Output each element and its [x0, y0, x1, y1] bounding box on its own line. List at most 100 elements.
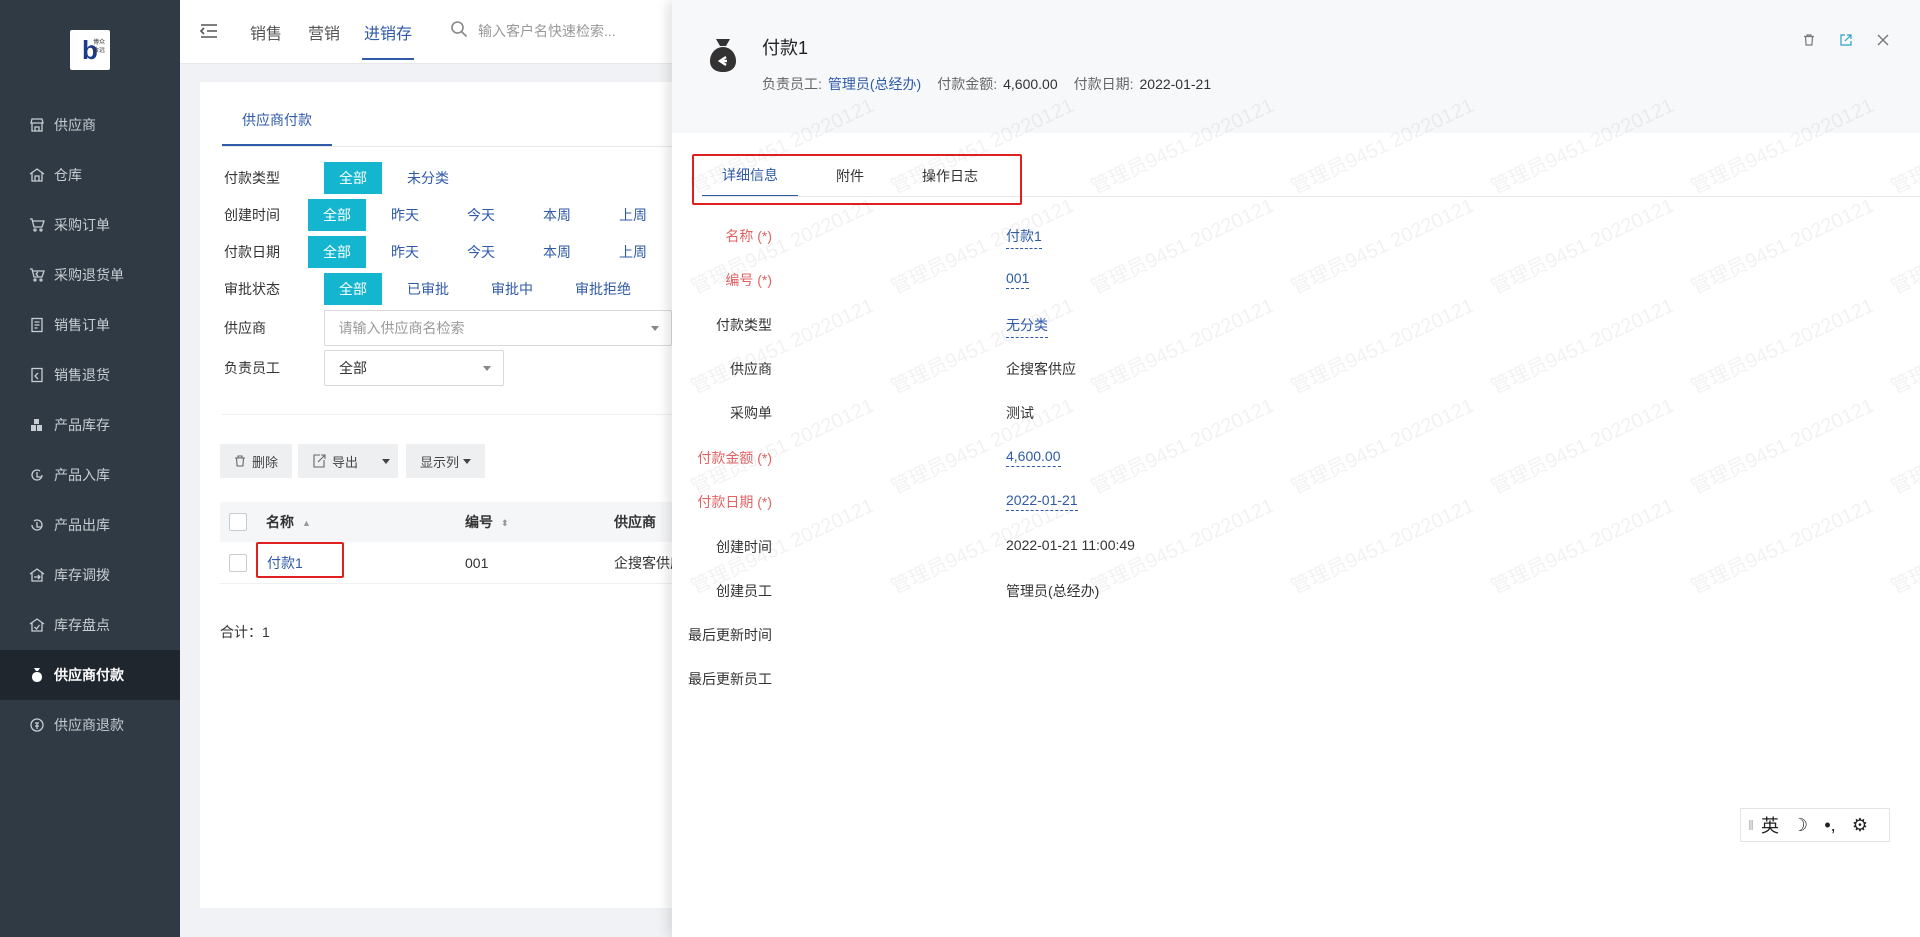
field-label: 创建员工 — [716, 583, 772, 599]
field-label: 名称 (*) — [725, 228, 772, 244]
tab-marketing[interactable]: 营销 — [308, 20, 340, 44]
export-button[interactable]: 导出 — [298, 444, 398, 478]
sidebar-item-label: 仓库 — [54, 167, 82, 183]
field-code: 编号 (*) 001 — [672, 268, 1472, 292]
watermark-text: 管理员9451 20220121 — [1287, 294, 1478, 399]
row-name-link[interactable]: 付款1 — [267, 553, 303, 573]
app-logo[interactable]: b 博众致远 — [70, 30, 110, 70]
sidebar-item-label: 销售订单 — [54, 317, 110, 333]
drawer-meta: 负责员工: 管理员(总经办) 付款金额: 4,600.00 付款日期: 2022-01-2… — [762, 74, 1227, 94]
delete-button[interactable]: 删除 — [220, 444, 293, 478]
menu-collapse-icon[interactable] — [198, 20, 220, 42]
filter-option-rejected[interactable]: 审批拒绝 — [560, 273, 646, 305]
filter-option-today[interactable]: 今天 — [452, 236, 510, 268]
chevron-down-icon — [483, 366, 491, 371]
row-checkbox[interactable] — [229, 553, 247, 572]
filter-option-yesterday[interactable]: 昨天 — [376, 236, 434, 268]
tab-details[interactable]: 详细信息 — [702, 155, 798, 197]
column-code[interactable]: 编号 ⬍ — [465, 512, 509, 532]
watermark-text: 管理员9451 20220121 — [1887, 395, 1920, 499]
sidebar-item-purchase-order[interactable]: 采购订单 — [0, 200, 180, 250]
filter-option-uncategorized[interactable]: 未分类 — [392, 162, 464, 194]
filter-option-all[interactable]: 全部 — [324, 162, 382, 194]
customer-search-input[interactable] — [478, 18, 668, 44]
tab-attachments[interactable]: 附件 — [816, 155, 884, 197]
filter-divider — [222, 414, 672, 415]
sidebar-item-sales-return[interactable]: 销售退货 — [0, 350, 180, 400]
watermark-text: 管理员9451 20220121 — [1687, 194, 1878, 299]
tab-inventory[interactable]: 进销存 — [361, 20, 415, 60]
filter-option-today[interactable]: 今天 — [452, 199, 510, 231]
filter-label: 负责员工 — [224, 360, 280, 376]
gear-icon[interactable]: ⚙ — [1845, 810, 1875, 840]
column-name[interactable]: 名称 ▲ — [266, 512, 311, 532]
sidebar-item-label: 产品入库 — [54, 467, 110, 483]
owner-select[interactable]: 全部 — [324, 350, 504, 386]
field-code-value[interactable]: 001 — [1006, 270, 1030, 289]
sidebar-item-supplier-payment[interactable]: 供应商付款 — [0, 650, 180, 700]
filter-option-last-week[interactable]: 上周 — [604, 199, 662, 231]
sidebar-item-product-stock[interactable]: 产品库存 — [0, 400, 180, 450]
filter-label: 付款类型 — [224, 170, 280, 186]
filter-option-all[interactable]: 全部 — [308, 199, 366, 231]
column-supplier[interactable]: 供应商 — [614, 512, 656, 532]
select-all-checkbox[interactable] — [229, 513, 247, 531]
detail-drawer: 付款1 负责员工: 管理员(总经办) 付款金额: 4,600.00 付款日期: 2022-… — [672, 0, 1920, 937]
filter-option-approved[interactable]: 已审批 — [392, 273, 464, 305]
close-icon[interactable] — [1876, 33, 1892, 49]
meta-date: 2022-01-21 — [1139, 76, 1212, 92]
drag-handle-icon[interactable]: ‖ — [1747, 810, 1755, 840]
filter-option-yesterday[interactable]: 昨天 — [376, 199, 434, 231]
search-icon — [450, 20, 468, 38]
tab-operation-log[interactable]: 操作日志 — [902, 155, 998, 197]
ime-language-toggle[interactable]: 英 — [1755, 810, 1785, 840]
filter-label: 供应商 — [224, 320, 266, 336]
filter-option-in-approval[interactable]: 审批中 — [476, 273, 548, 305]
column-name-label: 名称 — [266, 514, 294, 530]
filter-option-all[interactable]: 全部 — [308, 236, 366, 268]
sidebar: b 博众致远 供应商 仓库 采购订单 采购退货单 销售订单 销售退货 产品库存 … — [0, 0, 180, 937]
sidebar-item-sales-order[interactable]: 销售订单 — [0, 300, 180, 350]
field-name-value[interactable]: 付款1 — [1006, 226, 1042, 249]
chevron-down-icon — [463, 458, 472, 464]
columns-label: 显示列 — [420, 454, 460, 470]
sidebar-item-supplier[interactable]: 供应商 — [0, 100, 180, 150]
sidebar-item-product-inbound[interactable]: 产品入库 — [0, 450, 180, 500]
tab-sales[interactable]: 销售 — [250, 20, 282, 44]
sidebar-item-supplier-refund[interactable]: 供应商退款 — [0, 700, 180, 750]
field-payment-date-value[interactable]: 2022-01-21 — [1006, 492, 1078, 511]
sidebar-item-label: 产品出库 — [54, 517, 110, 533]
filter-option-all[interactable]: 全部 — [324, 273, 382, 305]
filter-option-this-week[interactable]: 本周 — [528, 199, 586, 231]
chevron-down-icon[interactable] — [382, 459, 390, 464]
sidebar-nav: 供应商 仓库 采购订单 采购退货单 销售订单 销售退货 产品库存 产品入库 产品… — [0, 100, 180, 750]
sidebar-item-label: 库存调拨 — [54, 567, 110, 583]
field-supplier-value: 企搜客供应 — [1006, 361, 1076, 377]
sidebar-item-warehouse[interactable]: 仓库 — [0, 150, 180, 200]
sidebar-item-label: 采购订单 — [54, 217, 110, 233]
meta-owner-link[interactable]: 管理员(总经办) — [828, 76, 921, 92]
field-label: 创建时间 — [716, 539, 772, 555]
delete-icon[interactable] — [1802, 33, 1818, 49]
field-payment-type-value[interactable]: 无分类 — [1006, 315, 1048, 338]
table-total: 合计：1 — [220, 624, 270, 640]
filter-option-last-week[interactable]: 上周 — [604, 236, 662, 268]
sidebar-item-product-outbound[interactable]: 产品出库 — [0, 500, 180, 550]
tab-supplier-payment[interactable]: 供应商付款 — [222, 110, 332, 146]
watermark-text: 管理员9451 20220121 — [1887, 195, 1920, 299]
field-amount-value[interactable]: 4,600.00 — [1006, 448, 1061, 467]
sidebar-item-label: 供应商付款 — [54, 667, 124, 683]
punctuation-icon[interactable]: •, — [1815, 810, 1845, 840]
supplier-select[interactable]: 请输入供应商名检索 — [323, 310, 672, 346]
filter-option-this-week[interactable]: 本周 — [528, 236, 586, 268]
sidebar-item-stock-transfer[interactable]: 库存调拨 — [0, 550, 180, 600]
moon-icon[interactable]: ☽ — [1785, 810, 1815, 840]
filter-label: 创建时间 — [224, 207, 280, 223]
table-row[interactable]: 付款1 001 企搜客供应 — [220, 542, 684, 584]
sidebar-item-stock-check[interactable]: 库存盘点 — [0, 600, 180, 650]
filter-owner: 负责员工 全部 — [224, 350, 672, 386]
columns-button[interactable]: 显示列 — [406, 444, 486, 478]
open-new-window-icon[interactable] — [1839, 33, 1855, 49]
outbound-icon — [28, 516, 46, 534]
sidebar-item-purchase-return[interactable]: 采购退货单 — [0, 250, 180, 300]
